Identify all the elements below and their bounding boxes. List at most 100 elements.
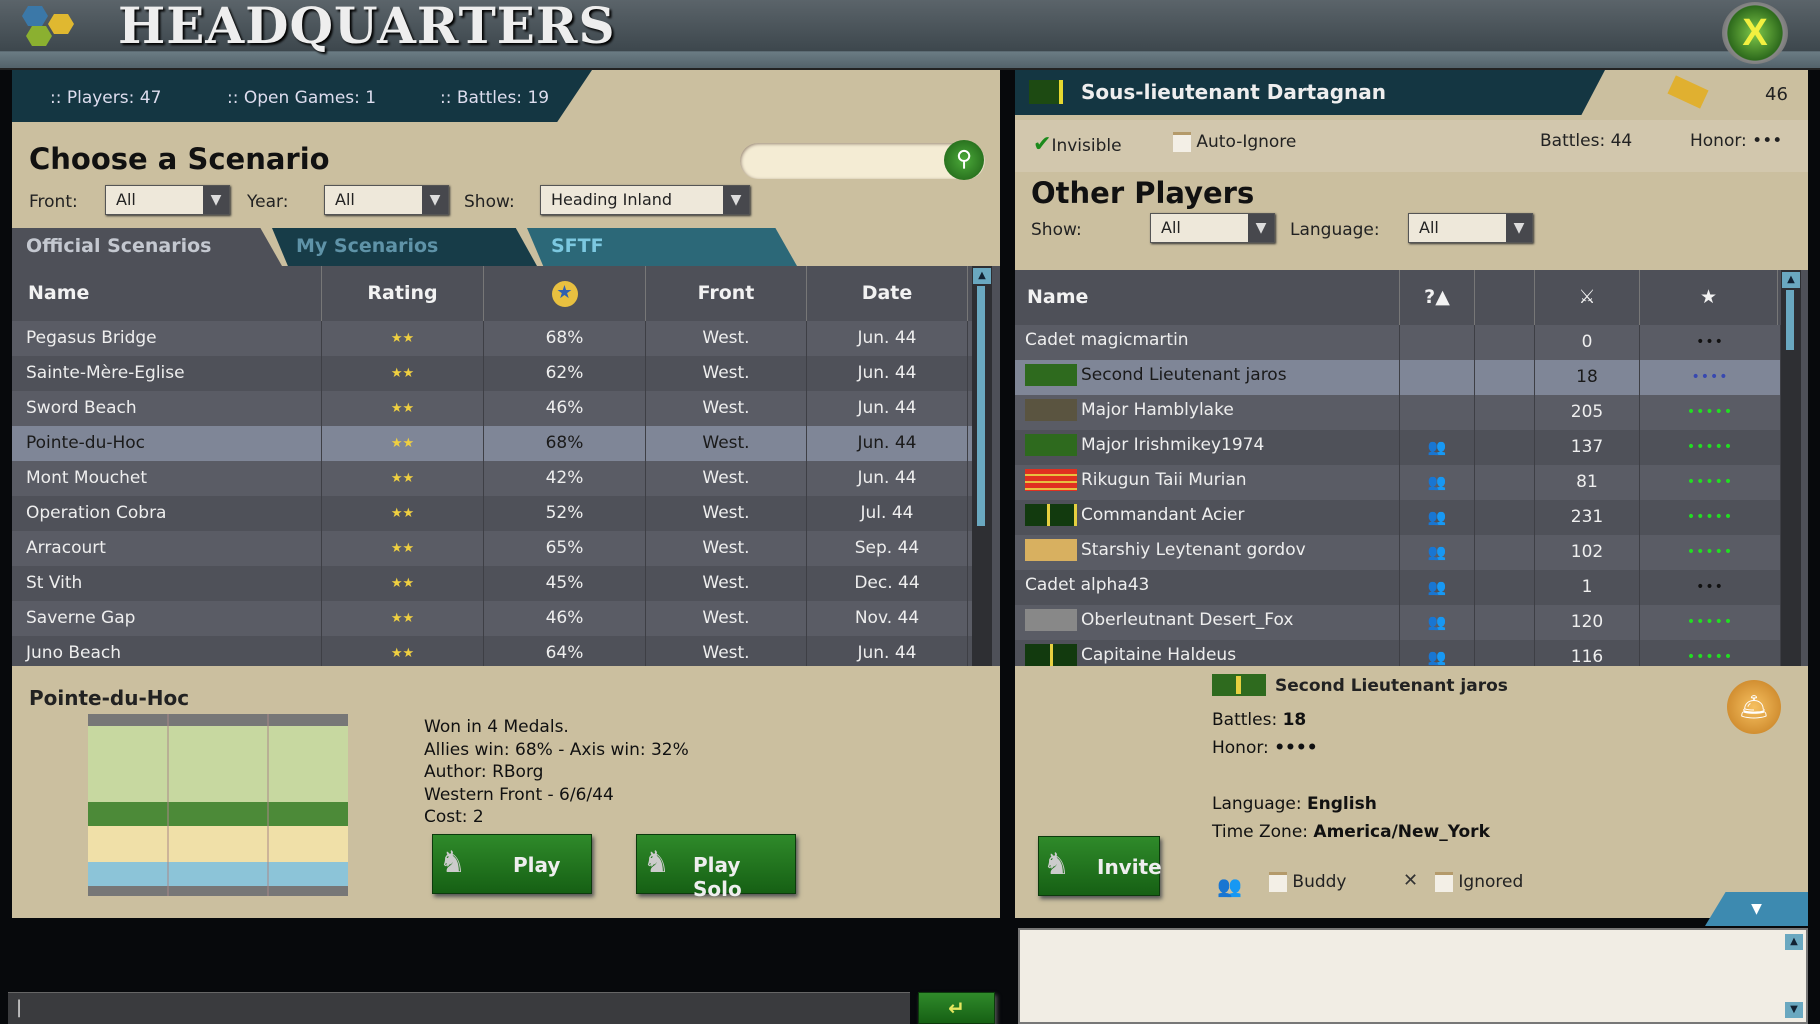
scenario-row[interactable]: Operation Cobra ★★ 52% West. Jul. 44 (12, 496, 972, 531)
play-solo-button[interactable]: ♞ Play Solo (636, 834, 796, 901)
front-select[interactable]: All ▼ (105, 185, 230, 215)
cell-front: West. (646, 601, 807, 636)
scroll-up-icon[interactable]: ▲ (1782, 272, 1800, 288)
rank-insignia-icon (1025, 504, 1077, 526)
players-show-select[interactable]: All ▼ (1150, 213, 1275, 243)
player-row[interactable]: Major Irishmikey1974 👥 137 ••••• (1015, 430, 1781, 465)
close-button[interactable]: X (1722, 2, 1788, 64)
year-select[interactable]: All ▼ (324, 185, 449, 215)
cell-front: West. (646, 391, 807, 426)
player-row[interactable]: Major Hamblylake 205 ••••• (1015, 395, 1781, 430)
cell-honor: ••••• (1640, 535, 1781, 570)
scenario-row[interactable]: Sword Beach ★★ 46% West. Jun. 44 (12, 391, 972, 426)
player-row[interactable]: Commandant Acier 👥 231 ••••• (1015, 500, 1781, 535)
scrollbar[interactable]: ▲ ▼ (972, 266, 992, 726)
show-select[interactable]: Heading Inland ▼ (540, 185, 750, 215)
invite-button[interactable]: ♞ Invite (1038, 836, 1162, 896)
language-select[interactable]: All ▼ (1408, 213, 1533, 243)
chat-input[interactable]: | (8, 992, 910, 1024)
player-row[interactable]: Cadet magicmartin 0 ••• (1015, 325, 1781, 360)
cell-buddy (1400, 395, 1475, 430)
col-blank[interactable] (1475, 270, 1535, 325)
cell-honor: ••• (1640, 570, 1781, 605)
buddy-icon: 👥 (1400, 500, 1475, 535)
players-scrollbar[interactable]: ▲ ▼ (1781, 270, 1801, 726)
cell-rating: ★★ (322, 566, 484, 601)
scroll-down-icon[interactable]: ▼ (1785, 1002, 1803, 1018)
tab-sftf[interactable]: SFTF (527, 228, 797, 266)
tab-official-scenarios[interactable]: Official Scenarios (12, 228, 282, 266)
scenario-panel: :: Players: 47 :: Open Games: 1 :: Battl… (12, 70, 1000, 918)
chevron-down-icon: ▼ (1248, 214, 1274, 242)
search-button[interactable]: ⚲ (944, 140, 984, 180)
player-name: Starshiy Leytenant gordov (1081, 540, 1306, 560)
col-date[interactable]: Date (807, 266, 968, 321)
player-row[interactable]: Oberleutnant Desert_Fox 👥 120 ••••• (1015, 605, 1781, 640)
soldiers-icon: ♞ (1043, 847, 1070, 882)
page-title: Choose a Scenario (29, 142, 330, 176)
cell-pct: 52% (484, 496, 646, 531)
cell-pct: 45% (484, 566, 646, 601)
scenario-row[interactable]: Sainte-Mère-Eglise ★★ 62% West. Jun. 44 (12, 356, 972, 391)
auto-ignore-label: Auto-Ignore (1196, 132, 1297, 152)
scroll-thumb[interactable] (1786, 290, 1794, 350)
profile-honor: Honor: ••• (1690, 131, 1783, 151)
scroll-thumb[interactable] (977, 286, 985, 526)
show-label: Show: (464, 192, 515, 212)
soldier-icon: ♞ (439, 845, 466, 880)
cell-blank (1475, 360, 1535, 395)
scenario-row[interactable]: Pegasus Bridge ★★ 68% West. Jun. 44 (12, 321, 972, 356)
cell-name: Saverne Gap (12, 601, 322, 636)
ignored-checkbox[interactable]: Ignored (1435, 872, 1523, 892)
cell-blank (1475, 430, 1535, 465)
player-row[interactable]: Cadet alpha43 👥 1 ••• (1015, 570, 1781, 605)
send-button[interactable]: ↵ (918, 992, 995, 1024)
cell-honor: ••••• (1640, 430, 1781, 465)
scenario-row[interactable]: Mont Mouchet ★★ 42% West. Jun. 44 (12, 461, 972, 496)
col-name[interactable]: Name (12, 266, 322, 321)
gold-bar-icon (1667, 75, 1709, 109)
col-rating[interactable]: Rating (322, 266, 484, 321)
players-title: Other Players (1031, 176, 1255, 210)
invisible-checkbox[interactable]: ✔Invisible (1033, 132, 1122, 157)
scenario-row[interactable]: Arracourt ★★ 65% West. Sep. 44 (12, 531, 972, 566)
chat-log[interactable]: ▲ ▼ (1018, 928, 1808, 1024)
cell-name: Sainte-Mère-Eglise (12, 356, 322, 391)
language-value: All (1419, 218, 1439, 237)
auto-ignore-checkbox[interactable]: Auto-Ignore (1173, 132, 1296, 152)
honor-value: •••• (1274, 738, 1318, 758)
info-line: Cost: 2 (424, 807, 484, 827)
scenario-row[interactable]: St Vith ★★ 45% West. Dec. 44 (12, 566, 972, 601)
play-button[interactable]: ♞ Play (432, 834, 592, 894)
player-row[interactable]: Rikugun Taii Murian 👥 81 ••••• (1015, 465, 1781, 500)
col-player-name[interactable]: Name (1015, 270, 1400, 325)
cell-blank (1475, 395, 1535, 430)
ring-bell-button[interactable]: 🛎 (1727, 680, 1781, 734)
app-title: HEADQUARTERS (118, 0, 616, 55)
col-status[interactable]: ?▲ (1400, 270, 1475, 325)
scroll-up-icon[interactable]: ▲ (973, 268, 991, 284)
ignore-icon: ✕ (1403, 870, 1419, 891)
cell-battles: 81 (1535, 465, 1640, 500)
player-row[interactable]: Starshiy Leytenant gordov 👥 102 ••••• (1015, 535, 1781, 570)
scenario-row[interactable]: Saverne Gap ★★ 46% West. Nov. 44 (12, 601, 972, 636)
cell-rating: ★★ (322, 531, 484, 566)
player-row[interactable]: Second Lieutenant jaros 18 •••• (1015, 360, 1781, 395)
buddy-icon: 👥 (1400, 465, 1475, 500)
tab-my-scenarios[interactable]: My Scenarios (272, 228, 537, 266)
front-label: Front: (29, 192, 78, 212)
info-line: Western Front - 6/6/44 (424, 784, 614, 805)
cell-blank (1475, 465, 1535, 500)
chevron-down-icon: ▼ (723, 186, 749, 214)
col-battles[interactable]: ⚔ (1535, 270, 1640, 325)
scroll-up-icon[interactable]: ▲ (1785, 934, 1803, 950)
rank-insignia-icon (1212, 674, 1266, 696)
col-win-pct[interactable]: ★ (484, 266, 646, 321)
soldier-icon: ♞ (643, 845, 670, 880)
players-count: :: Players: 47 (50, 88, 162, 108)
cell-front: West. (646, 321, 807, 356)
col-front[interactable]: Front (646, 266, 807, 321)
buddy-checkbox[interactable]: Buddy (1269, 872, 1347, 892)
scenario-row[interactable]: Pointe-du-Hoc ★★ 68% West. Jun. 44 (12, 426, 972, 461)
col-honor[interactable]: ★ (1640, 270, 1778, 325)
